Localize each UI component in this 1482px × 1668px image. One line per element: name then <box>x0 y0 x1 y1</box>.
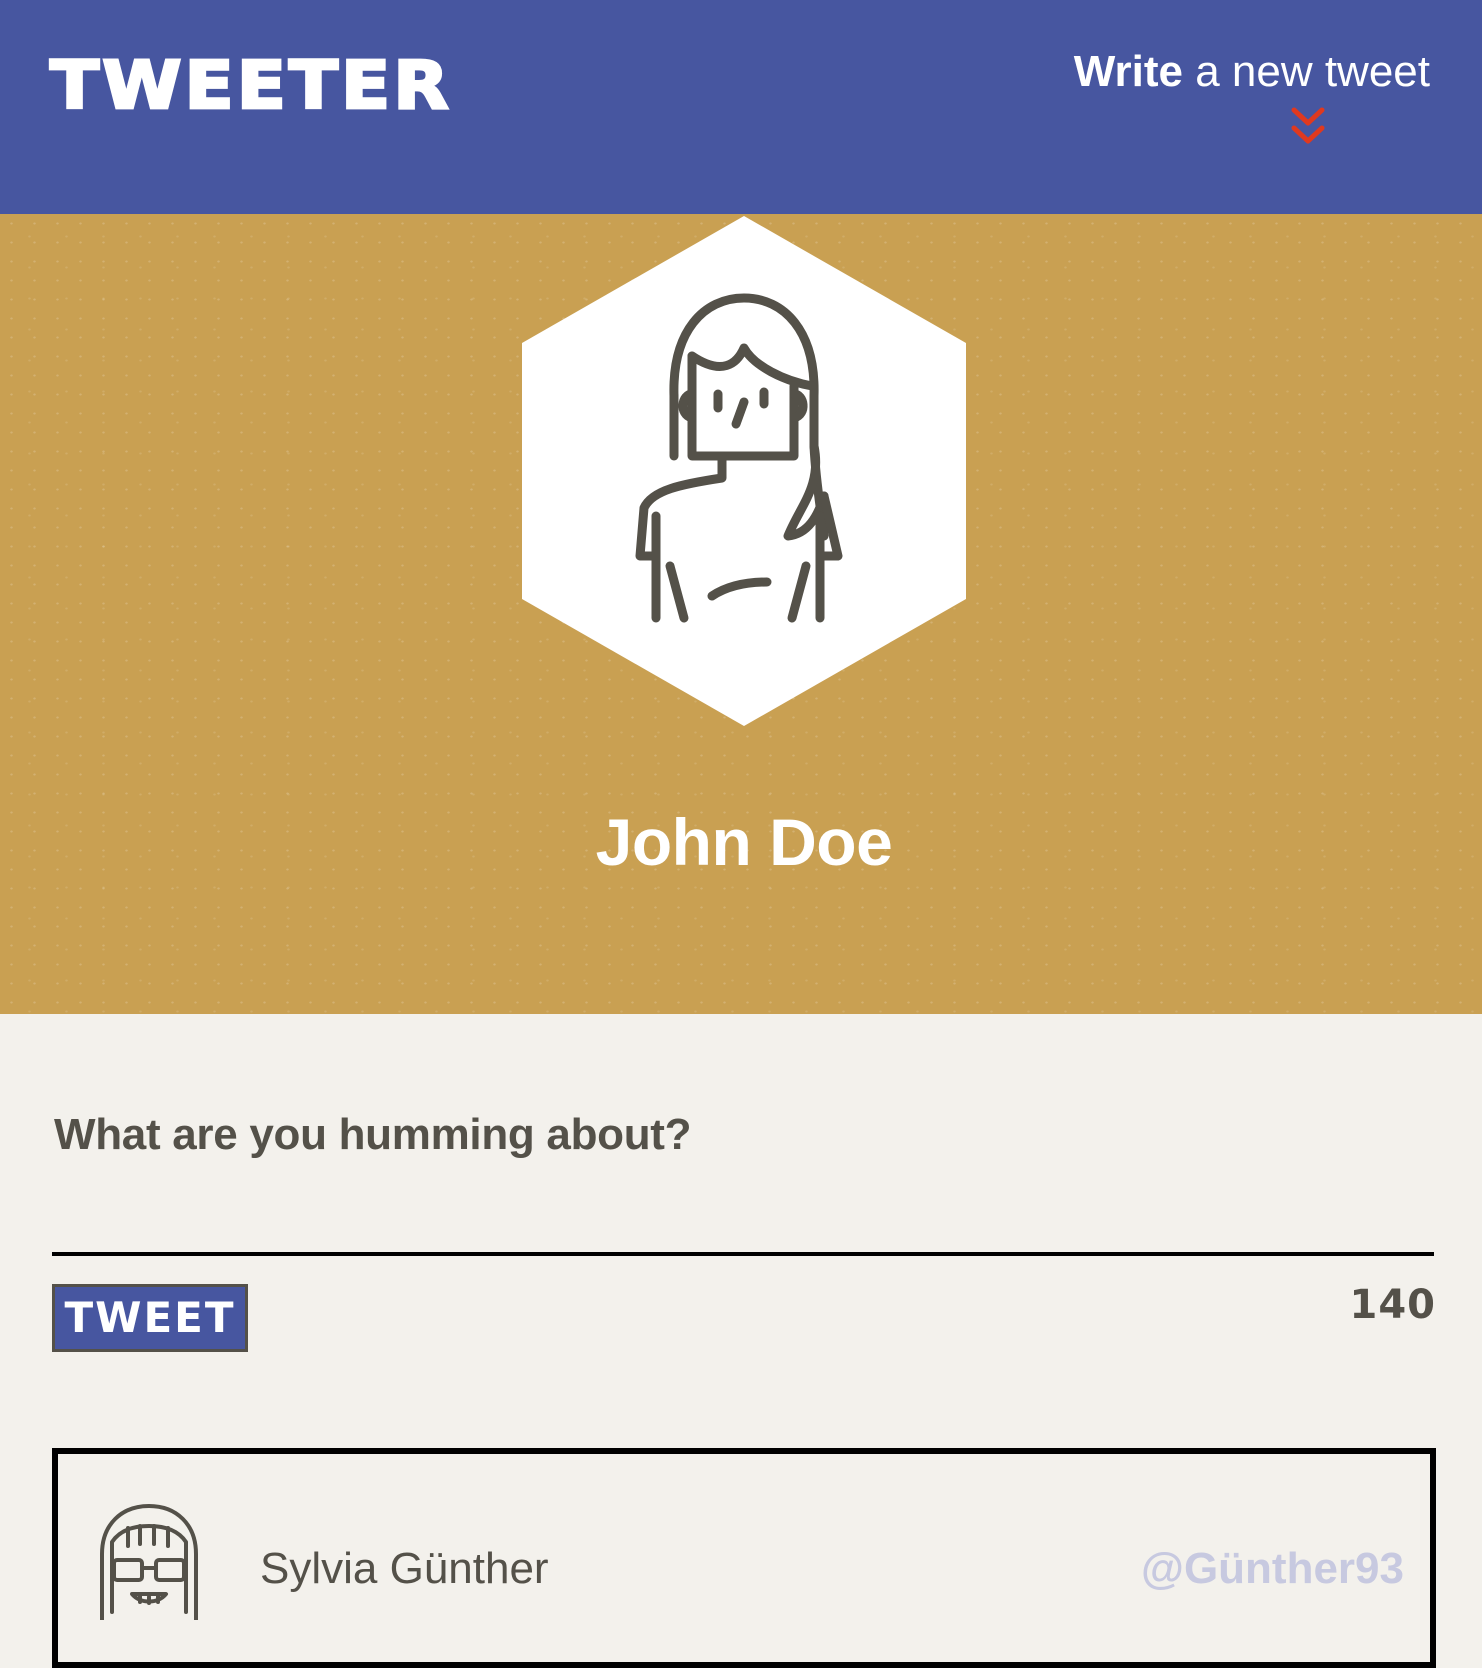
girl-with-glasses-avatar-icon <box>100 1504 198 1620</box>
tweet-author-name: Sylvia Günther <box>260 1544 549 1593</box>
write-label-rest: a new tweet <box>1182 47 1430 96</box>
write-new-tweet-label: Write a new tweet <box>1070 47 1430 96</box>
write-new-tweet-toggle[interactable]: Write a new tweet <box>1070 47 1430 144</box>
write-label-strong: Write <box>1073 47 1183 96</box>
tweet-card: Sylvia Günther @Günther93 <box>52 1448 1436 1668</box>
tweet-input[interactable] <box>52 1164 1434 1256</box>
app-logo[interactable]: TWEETER <box>49 51 452 120</box>
double-chevron-down-icon <box>1291 107 1325 144</box>
compose-label: What are you humming about? <box>54 1110 692 1159</box>
character-counter: 140 <box>1349 1282 1436 1328</box>
tweet-author-handle[interactable]: @Günther93 <box>1141 1544 1404 1594</box>
top-nav: TWEETER Write a new tweet <box>0 0 1482 214</box>
woman-avatar-icon <box>522 216 966 726</box>
profile-name: John Doe <box>595 805 893 879</box>
tweet-button[interactable]: TWEET <box>52 1284 248 1352</box>
profile-banner: John Doe <box>0 214 1482 1014</box>
